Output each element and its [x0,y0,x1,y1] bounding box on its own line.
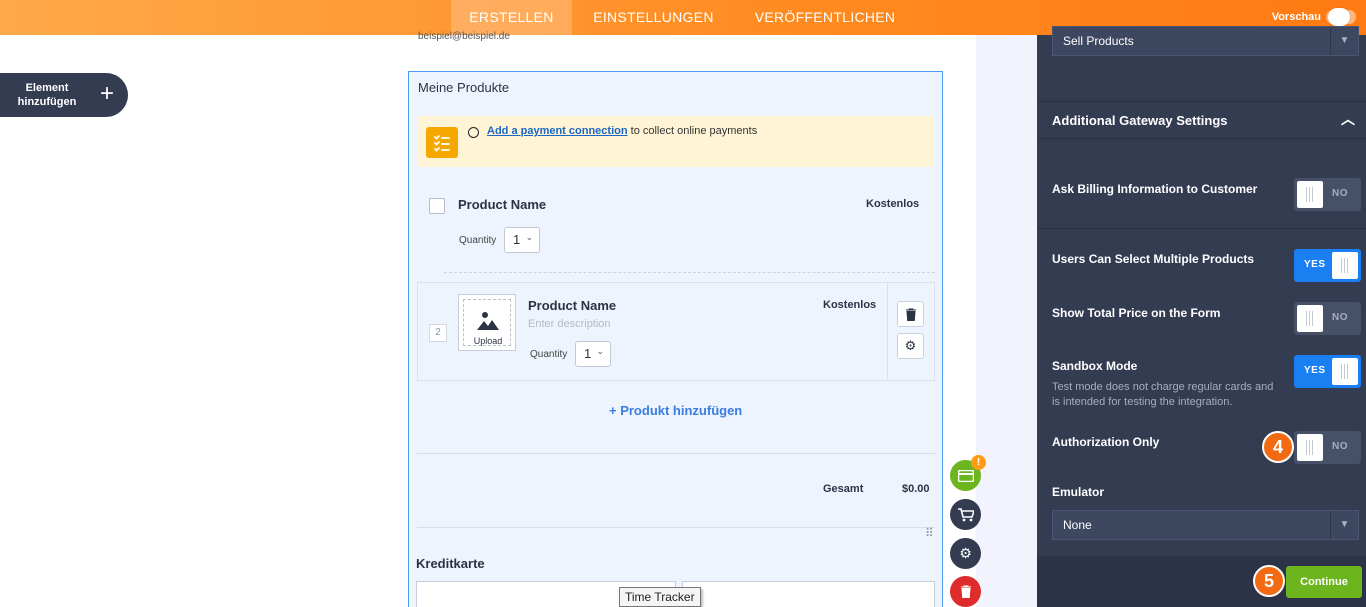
drag-handle-icon[interactable]: ⠿ [925,527,935,539]
toggle-knob [1332,252,1358,279]
show-total-price-toggle[interactable]: NO [1294,302,1361,335]
caret-down-icon: ▼ [1330,511,1358,539]
quantity-label: Quantity [530,349,568,360]
continue-button[interactable]: Continue [1286,566,1362,598]
add-element-label: Element hinzufügen [17,82,77,108]
notice-radio [468,127,479,138]
caret-down-icon: ▼ [1330,27,1358,55]
emulator-label: Emulator [1052,485,1105,499]
preview-toggle-knob[interactable] [1328,8,1350,26]
trash-icon[interactable] [897,301,924,327]
quantity-value: 1 [584,346,592,361]
add-product-button[interactable]: + Produkt hinzufügen [609,403,742,418]
divider [1037,101,1366,102]
quantity-select[interactable]: 1 ⌄ [504,227,540,253]
divider [444,272,935,273]
notice-suffix: to collect online payments [627,125,758,137]
sandbox-mode-toggle[interactable]: YES [1294,355,1361,388]
option-description: Test mode does not charge regular cards … [1052,381,1274,408]
toggle-knob [1297,434,1323,461]
checklist-icon [426,127,458,158]
option-label: Show Total Price on the Form [1052,306,1221,320]
authorization-only-toggle[interactable]: NO [1294,431,1361,464]
step-marker: 5 [1253,565,1285,597]
toggle-state: NO [1332,441,1348,452]
product-price: Kostenlos [866,198,920,210]
tab-einstellungen[interactable]: EINSTELLUNGEN [579,0,728,35]
chevron-up-icon[interactable]: ︿ [1341,109,1355,129]
option-label: Authorization Only [1052,435,1160,449]
toggle-knob [1332,358,1358,385]
notice-text: Add a payment connection to collect onli… [487,125,757,137]
toggle-state: NO [1332,188,1348,199]
add-element-button[interactable]: Element hinzufügen + [0,73,128,117]
option-label: Ask Billing Information to Customer [1052,182,1258,196]
upload-label: Upload [473,336,503,346]
payment-notice [417,116,934,167]
option-label: Sandbox Mode [1052,359,1138,373]
widget-title: Meine Produkte [418,80,510,95]
emulator-value: None [1063,518,1092,532]
tab-erstellen[interactable]: ERSTELLEN [451,0,572,35]
billing-info-toggle[interactable]: NO [1294,178,1361,211]
credit-card-title: Kreditkarte [416,556,485,571]
payment-type-select[interactable]: Sell Products ▼ [1052,26,1359,56]
plus-icon: + [100,80,115,107]
add-payment-connection-link[interactable]: Add a payment connection [487,125,628,137]
toggle-state: YES [1304,259,1326,270]
option-label: Users Can Select Multiple Products [1052,252,1255,266]
upload-dropzone: Upload [463,299,511,346]
trash-icon[interactable] [950,576,981,607]
product-name-input[interactable]: Product Name [528,298,616,313]
toggle-knob [1297,305,1323,332]
divider [417,527,935,528]
divider [1037,138,1366,139]
product-description-input[interactable]: Enter description [528,318,611,330]
tab-veroeffentlichen[interactable]: VERÖFFENTLICHEN [745,0,905,35]
payment-type-value: Sell Products [1063,34,1134,48]
gear-icon[interactable]: ⚙ [950,538,981,569]
quantity-value: 1 [513,232,521,247]
emulator-select[interactable]: None ▼ [1052,510,1359,540]
product-name: Product Name [458,197,547,212]
email-sublabel: beispiel@beispiel.de [418,31,510,42]
product-actions [887,282,935,381]
image-icon [477,312,499,330]
quantity-select[interactable]: 1 ⌄ [575,341,611,367]
product-price: Kostenlos [823,299,877,311]
section-title: Additional Gateway Settings [1052,113,1228,128]
divider [1037,228,1366,229]
cart-icon[interactable] [950,499,981,530]
divider [417,453,935,454]
toggle-state: YES [1304,365,1326,376]
tooltip: Time Tracker [619,587,701,607]
chevron-down-icon: ⌄ [596,346,604,356]
total-label: Gesamt [823,483,864,495]
card-name-field[interactable] [682,581,935,607]
preview-label: Vorschau [1271,11,1321,23]
total-value: $0.00 [902,483,930,495]
warning-badge: ! [971,455,986,470]
quantity-label: Quantity [459,235,497,246]
toggle-state: NO [1332,312,1348,323]
product-checkbox[interactable] [429,198,445,214]
toggle-knob [1297,181,1323,208]
image-upload-button[interactable]: Upload [458,294,516,351]
gear-icon[interactable]: ⚙ [897,333,924,359]
builder-canvas-left [0,35,375,607]
chevron-down-icon: ⌄ [525,232,533,242]
step-marker: 4 [1262,431,1294,463]
multiple-products-toggle[interactable]: YES [1294,249,1361,282]
product-index: 2 [429,324,447,342]
